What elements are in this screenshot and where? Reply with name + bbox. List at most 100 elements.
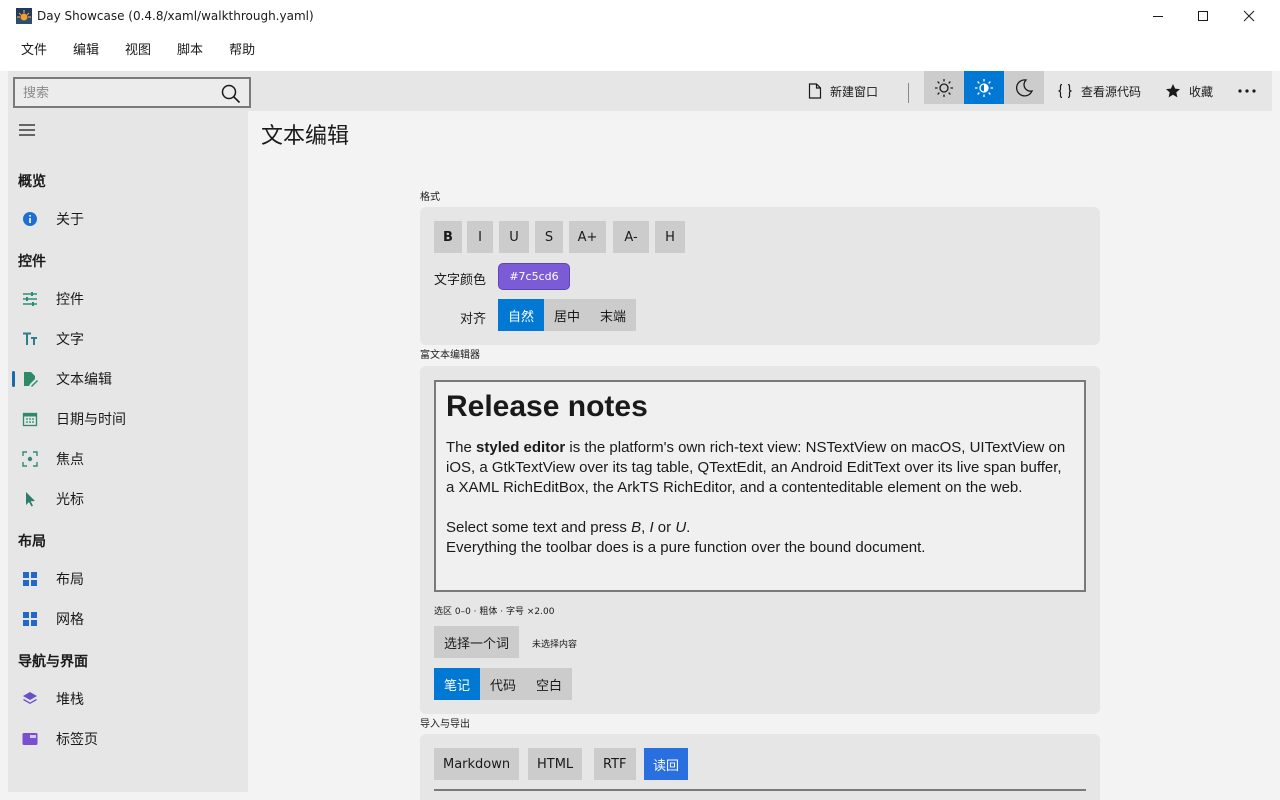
sidebar-item-grid[interactable]: 网格 (8, 599, 248, 639)
sidebar-item-about[interactable]: 关于 (8, 199, 248, 239)
sidebar-item-text[interactable]: 文字 (8, 319, 248, 359)
sidebar-item-date-time[interactable]: 日期与时间 (8, 399, 248, 439)
theme-light-button[interactable] (964, 71, 1004, 104)
theme-dark-button[interactable] (1004, 71, 1044, 104)
more-button[interactable] (1238, 71, 1264, 111)
preset-code-button[interactable]: 代码 (480, 668, 527, 700)
preset-notes-button[interactable]: 笔记 (434, 668, 481, 700)
minimize-button[interactable] (1135, 0, 1181, 31)
sidebar-item-text-editing[interactable]: 文本编辑 (8, 359, 248, 399)
hamburger-menu-icon[interactable] (18, 123, 36, 137)
calendar-icon (22, 412, 38, 427)
export-markdown-button[interactable]: Markdown (434, 748, 520, 780)
sidebar-item-layout[interactable]: 布局 (8, 559, 248, 599)
star-icon (1166, 84, 1180, 98)
favorite-label: 收藏 (1189, 84, 1214, 99)
align-natural-button[interactable]: 自然 (498, 299, 545, 331)
new-document-icon (808, 83, 822, 99)
menu-help[interactable]: 帮助 (216, 31, 268, 71)
selection-indicator (12, 371, 15, 387)
app-icon (16, 7, 32, 24)
strikethrough-button[interactable]: S (535, 221, 563, 253)
theme-system-button[interactable] (924, 71, 964, 104)
search-input[interactable] (23, 83, 213, 103)
preset-blank-button[interactable]: 空白 (526, 668, 573, 700)
io-output-box (434, 789, 1086, 791)
menu-bar: 文件 编辑 视图 脚本 帮助 (0, 31, 1280, 71)
underline-button[interactable]: U (499, 221, 529, 253)
rich-text-editor[interactable]: Release notes The styled editor is the p… (434, 380, 1086, 592)
menu-edit[interactable]: 编辑 (60, 31, 112, 71)
cursor-icon (26, 492, 35, 507)
export-rtf-button[interactable]: RTF (594, 748, 636, 780)
alignment-label: 对齐 (460, 312, 487, 327)
close-button[interactable] (1226, 0, 1272, 31)
nav-header-navigation: 导航与界面 (18, 654, 88, 670)
view-source-button[interactable]: 查看源代码 (1057, 71, 1141, 111)
sun-outline-icon (935, 78, 953, 97)
sidebar-item-label: 文字 (56, 332, 84, 348)
toolbar: 新建窗口 查看源代码 (8, 71, 1272, 111)
search-icon[interactable] (221, 84, 241, 104)
italic-button[interactable]: I (467, 221, 493, 253)
window-title: Day Showcase (0.4.8/xaml/walkthrough.yam… (37, 8, 314, 23)
nav-header-layout: 布局 (18, 534, 46, 550)
highlight-button[interactable]: H (655, 221, 685, 253)
export-html-button[interactable]: HTML (528, 748, 583, 780)
app-window: Day Showcase (0.4.8/xaml/walkthrough.yam… (0, 0, 1280, 800)
favorite-button[interactable]: 收藏 (1165, 71, 1213, 111)
editor-paragraph: The styled editor is the platform's own … (446, 438, 1074, 498)
nav-header-controls: 控件 (18, 254, 46, 270)
text-color-picker[interactable]: #7c5cd6 (498, 263, 570, 290)
nav-header-overview: 概览 (18, 174, 46, 190)
new-window-label: 新建窗口 (830, 84, 879, 99)
rich-editor-card: Release notes The styled editor is the p… (420, 366, 1100, 714)
close-icon (1243, 10, 1255, 21)
no-selection-label: 未选择内容 (532, 640, 578, 650)
new-window-button[interactable]: 新建窗口 (808, 71, 878, 111)
info-icon (23, 212, 37, 226)
braces-icon (1058, 83, 1072, 99)
minimize-icon (1153, 15, 1163, 17)
menu-view[interactable]: 视图 (112, 31, 164, 71)
toolbar-separator (908, 83, 909, 103)
sidebar-item-label: 焦点 (56, 452, 84, 468)
tabs-icon (22, 733, 38, 745)
format-card: B I U S A+ A- H 文字颜色 #7c5cd6 对齐 自然 居中 末端 (420, 207, 1100, 345)
sliders-icon (23, 292, 37, 306)
maximize-button[interactable] (1180, 0, 1226, 31)
sidebar-item-stack[interactable]: 堆栈 (8, 679, 248, 719)
sun-half-icon (975, 78, 993, 97)
title-bar: Day Showcase (0.4.8/xaml/walkthrough.yam… (0, 0, 1280, 31)
menu-script[interactable]: 脚本 (164, 31, 216, 71)
read-back-button[interactable]: 读回 (644, 748, 689, 780)
editor-text: . (686, 519, 691, 536)
edit-document-icon (24, 372, 38, 387)
sidebar-item-label: 日期与时间 (56, 412, 126, 428)
select-word-button[interactable]: 选择一个词 (434, 626, 520, 658)
sidebar-item-focus[interactable]: 焦点 (8, 439, 248, 479)
editor-italic-text: U (675, 519, 687, 536)
font-size-increase-button[interactable]: A+ (569, 221, 606, 253)
editor-text: or (653, 519, 676, 536)
moon-icon (1015, 78, 1034, 97)
sidebar-item-tabs[interactable]: 标签页 (8, 719, 248, 759)
grid-icon (23, 612, 37, 626)
sidebar-item-controls[interactable]: 控件 (8, 279, 248, 319)
font-size-decrease-button[interactable]: A- (613, 221, 649, 253)
menu-file[interactable]: 文件 (8, 31, 60, 71)
sidebar-item-label: 控件 (56, 292, 84, 308)
focus-icon (22, 451, 38, 467)
layout-icon (23, 572, 37, 586)
align-end-button[interactable]: 末端 (590, 299, 637, 331)
align-center-button[interactable]: 居中 (544, 299, 591, 331)
sidebar: 概览 关于 控件 控件 文字 文本编辑 日期与时间 焦点 光标 布局 布局 网格… (8, 111, 248, 792)
more-icon (1238, 89, 1256, 93)
page-title: 文本编辑 (261, 124, 350, 149)
text-color-label: 文字颜色 (434, 273, 487, 288)
import-export-card: Markdown HTML RTF 读回 (420, 734, 1100, 800)
bold-button[interactable]: B (434, 221, 462, 253)
sidebar-item-cursor[interactable]: 光标 (8, 479, 248, 519)
search-box (13, 77, 251, 108)
editor-text: The (446, 439, 477, 456)
